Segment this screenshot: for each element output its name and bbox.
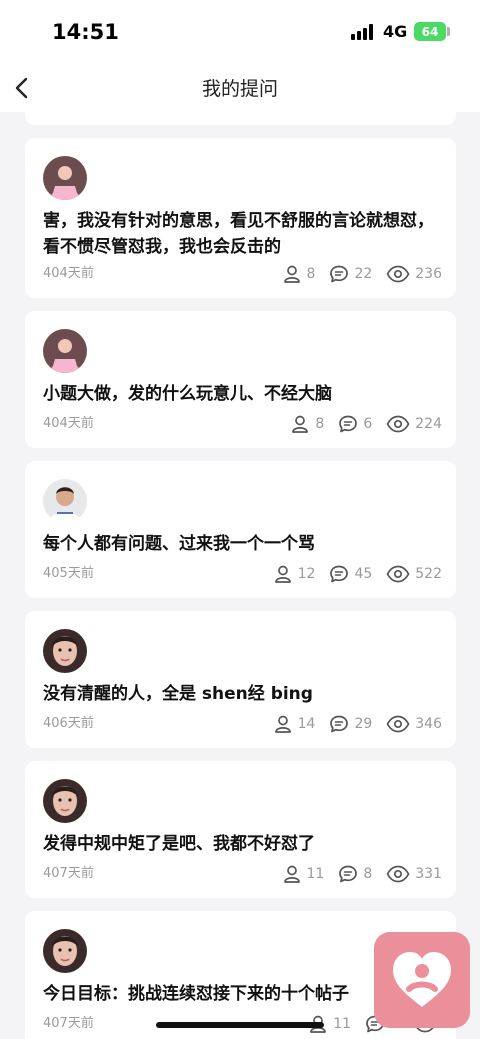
battery-tip <box>447 27 450 36</box>
views-count: 331 <box>415 866 442 882</box>
avatar[interactable] <box>43 329 87 373</box>
comments-stat: 22 <box>329 264 372 284</box>
followers-stat: 14 <box>273 714 316 734</box>
followers-stat: 12 <box>273 564 316 584</box>
status-time: 14:51 <box>52 20 119 44</box>
question-text: 发得中规中矩了是吧、我都不好怼了 <box>43 834 315 854</box>
stats-row: 14 29 346 <box>273 714 442 734</box>
avatar[interactable] <box>43 629 87 673</box>
person-icon <box>283 865 300 883</box>
stats-row: 8 6 224 <box>290 414 442 434</box>
person-icon <box>274 565 291 583</box>
followers-count: 11 <box>306 866 325 882</box>
followers-stat: 8 <box>290 414 324 434</box>
person-icon <box>283 265 300 283</box>
question-card-partial[interactable] <box>25 112 456 125</box>
comments-stat: 29 <box>329 714 372 734</box>
comments-count: 6 <box>363 416 373 432</box>
question-text: 小题大做，发的什么玩意儿、不经大脑 <box>43 384 332 404</box>
network-label: 4G <box>383 22 408 41</box>
followers-stat: 8 <box>282 264 316 284</box>
views-count: 224 <box>415 416 442 432</box>
views-stat: 236 <box>386 264 442 284</box>
post-time: 405天前 <box>43 566 94 581</box>
comments-count: 45 <box>354 566 373 582</box>
views-stat: 331 <box>386 864 442 884</box>
floating-heart-button[interactable] <box>374 932 470 1028</box>
nav-bar: 我的提问 <box>0 64 480 112</box>
avatar[interactable] <box>43 479 87 523</box>
eye-icon <box>386 565 410 583</box>
stats-row: 8 22 236 <box>282 264 442 284</box>
question-list[interactable]: 害，我没有针对的意思，看见不舒服的言论就想怼，看不惯尽管怼我，我也会反击的 404… <box>0 112 480 1039</box>
views-stat: 522 <box>386 564 442 584</box>
battery-level: 64 <box>421 24 439 39</box>
avatar[interactable] <box>43 929 87 973</box>
views-count: 346 <box>415 716 442 732</box>
followers-count: 8 <box>315 416 325 432</box>
question-card[interactable]: 小题大做，发的什么玩意儿、不经大脑 404天前 8 6 224 <box>25 311 456 448</box>
comment-bubble-icon <box>339 865 358 883</box>
question-card[interactable]: 每个人都有问题、过来我一个一个骂 405天前 12 45 522 <box>25 461 456 598</box>
followers-stat: 11 <box>282 864 325 884</box>
followers-count: 14 <box>297 716 316 732</box>
comments-count: 22 <box>354 266 373 282</box>
comments-stat: 45 <box>329 564 372 584</box>
post-time: 404天前 <box>43 416 94 431</box>
followers-count: 8 <box>306 266 316 282</box>
comment-bubble-icon <box>339 415 358 433</box>
question-card[interactable]: 发得中规中矩了是吧、我都不好怼了 407天前 11 8 331 <box>25 761 456 898</box>
comments-count: 29 <box>354 716 373 732</box>
stats-row: 12 45 522 <box>273 564 442 584</box>
page-title: 我的提问 <box>201 78 278 100</box>
comments-stat: 8 <box>338 864 372 884</box>
avatar[interactable] <box>43 156 87 200</box>
question-card[interactable]: 没有清醒的人，全是 shen经 bing 406天前 14 29 346 <box>25 611 456 748</box>
home-indicator <box>156 1022 324 1028</box>
avatar[interactable] <box>43 779 87 823</box>
stats-row: 11 8 331 <box>282 864 442 884</box>
views-stat: 346 <box>386 714 442 734</box>
comment-bubble-icon <box>330 565 349 583</box>
eye-icon <box>386 265 410 283</box>
question-card[interactable]: 害，我没有针对的意思，看见不舒服的言论就想怼，看不惯尽管怼我，我也会反击的 404… <box>25 138 456 298</box>
question-text: 每个人都有问题、过来我一个一个骂 <box>43 534 315 554</box>
post-time: 407天前 <box>43 1016 94 1031</box>
views-count: 236 <box>415 266 442 282</box>
post-time: 404天前 <box>43 266 94 281</box>
post-time: 406天前 <box>43 716 94 731</box>
status-bar: 14:51 4G 64 <box>0 0 480 64</box>
question-text: 害，我没有针对的意思，看见不舒服的言论就想怼，看不惯尽管怼我，我也会反击的 <box>43 211 434 257</box>
comment-bubble-icon <box>330 715 349 733</box>
signal-icon <box>351 24 373 40</box>
eye-icon <box>386 715 410 733</box>
person-icon <box>292 415 309 433</box>
followers-count: 11 <box>333 1016 352 1032</box>
comments-count: 8 <box>363 866 373 882</box>
followers-count: 12 <box>297 566 316 582</box>
views-count: 522 <box>415 566 442 582</box>
comments-stat: 6 <box>338 414 372 434</box>
eye-icon <box>386 415 410 433</box>
battery-icon: 64 <box>414 22 446 41</box>
heart-icon <box>393 952 451 1007</box>
eye-icon <box>386 865 410 883</box>
comment-bubble-icon <box>330 265 349 283</box>
person-icon <box>274 715 291 733</box>
post-time: 407天前 <box>43 866 94 881</box>
question-text: 没有清醒的人，全是 shen经 bing <box>43 684 313 704</box>
views-stat: 224 <box>386 414 442 434</box>
